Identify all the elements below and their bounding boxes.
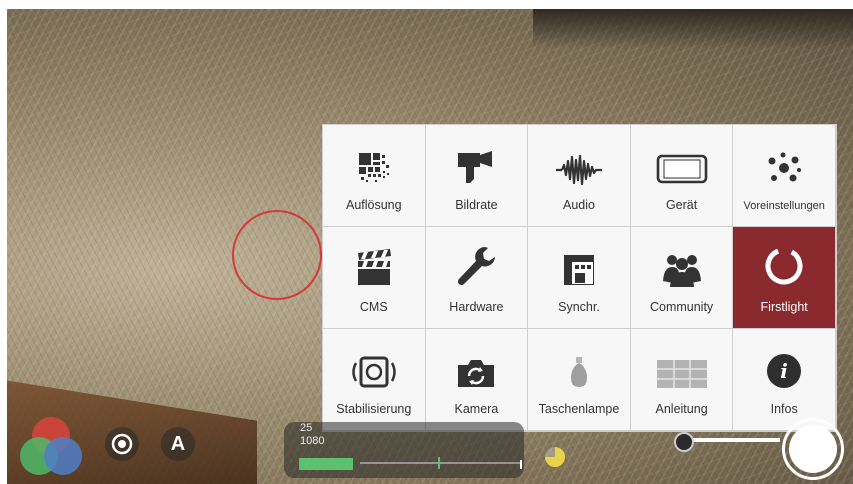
menu-item-cms[interactable]: CMS <box>323 227 425 328</box>
resolution-grid-icon <box>323 125 425 185</box>
menu-item-voreinstellungen[interactable]: Voreinstellungen <box>733 125 835 226</box>
menu-item-label: Gerät <box>665 198 698 212</box>
menu-item-label: CMS <box>359 300 388 314</box>
movie-camera-icon <box>426 125 528 185</box>
menu-item-kamera[interactable]: Kamera <box>425 329 528 430</box>
menu-item-label: Hardware <box>449 300 504 314</box>
menu-item-label: Community <box>649 300 714 314</box>
zoom-slider-track[interactable] <box>680 438 780 442</box>
firstlight-ring-icon <box>733 227 835 287</box>
audio-level-track <box>360 462 520 464</box>
menu-item-hardware[interactable]: Hardware <box>425 227 528 328</box>
menu-item-geraet[interactable]: Gerät <box>630 125 733 226</box>
record-button-inner <box>789 425 837 473</box>
menu-item-community[interactable]: Community <box>630 227 733 328</box>
clapperboard-icon <box>323 227 425 287</box>
svg-text:i: i <box>780 359 788 383</box>
audio-level-marker <box>438 457 440 469</box>
menu-item-label: Infos <box>770 402 798 416</box>
menu-item-stabilisierung[interactable]: Stabilisierung <box>323 329 425 430</box>
resolution-value: 1080 <box>300 435 325 447</box>
wrench-icon <box>426 227 528 287</box>
auto-label: A <box>170 433 186 455</box>
format-readout: 25 1080 <box>300 422 324 448</box>
menu-item-label: Auflösung <box>345 198 402 212</box>
color-blue-circle <box>44 437 82 475</box>
info-icon: i <box>733 329 835 389</box>
menu-item-firstlight[interactable]: Firstlight <box>733 227 835 328</box>
menu-item-label: Audio <box>562 198 595 212</box>
guide-grid-icon <box>631 329 733 389</box>
community-people-icon <box>631 227 733 287</box>
menu-item-infos[interactable]: i Infos <box>733 329 835 430</box>
menu-item-taschenlampe[interactable]: Taschenlampe <box>528 329 630 430</box>
menu-item-anleitung[interactable]: Anleitung <box>630 329 733 430</box>
settings-menu: Auflösung Bildrate Audio Gerät Voreinste… <box>322 124 837 432</box>
menu-item-label: Firstlight <box>760 300 808 314</box>
phone-device-icon <box>631 125 733 185</box>
viewfinder-shadow <box>533 9 853 49</box>
target-icon <box>111 433 133 455</box>
menu-item-label: Voreinstellungen <box>743 200 825 212</box>
zoom-slider-knob[interactable] <box>674 432 694 452</box>
menu-item-audio[interactable]: Audio <box>528 125 630 226</box>
menu-item-label: Bildrate <box>455 198 498 212</box>
audio-level-peak <box>520 460 522 469</box>
audio-waveform-icon <box>528 125 630 185</box>
presets-molecule-icon <box>733 125 835 185</box>
stabilization-icon <box>323 329 425 389</box>
menu-item-label: Taschenlampe <box>538 402 620 416</box>
camera-flip-icon <box>426 329 528 389</box>
menu-item-aufloesung[interactable]: Auflösung <box>323 125 425 226</box>
menu-item-label: Kamera <box>454 402 499 416</box>
focus-reticle[interactable] <box>232 210 322 300</box>
battery-icon <box>545 447 565 467</box>
sync-icon <box>528 227 630 287</box>
flashlight-bulb-icon <box>528 329 630 389</box>
storage-bar <box>299 458 353 470</box>
focus-target-button[interactable] <box>105 427 139 461</box>
menu-item-synchr[interactable]: Synchr. <box>528 227 630 328</box>
menu-item-bildrate[interactable]: Bildrate <box>425 125 528 226</box>
fps-value: 25 <box>300 422 313 434</box>
color-wheel-button[interactable] <box>20 417 82 477</box>
menu-item-label: Stabilisierung <box>336 402 412 416</box>
menu-item-label: Synchr. <box>558 300 600 314</box>
auto-mode-button[interactable]: A <box>161 427 195 461</box>
menu-item-label: Anleitung <box>655 402 708 416</box>
